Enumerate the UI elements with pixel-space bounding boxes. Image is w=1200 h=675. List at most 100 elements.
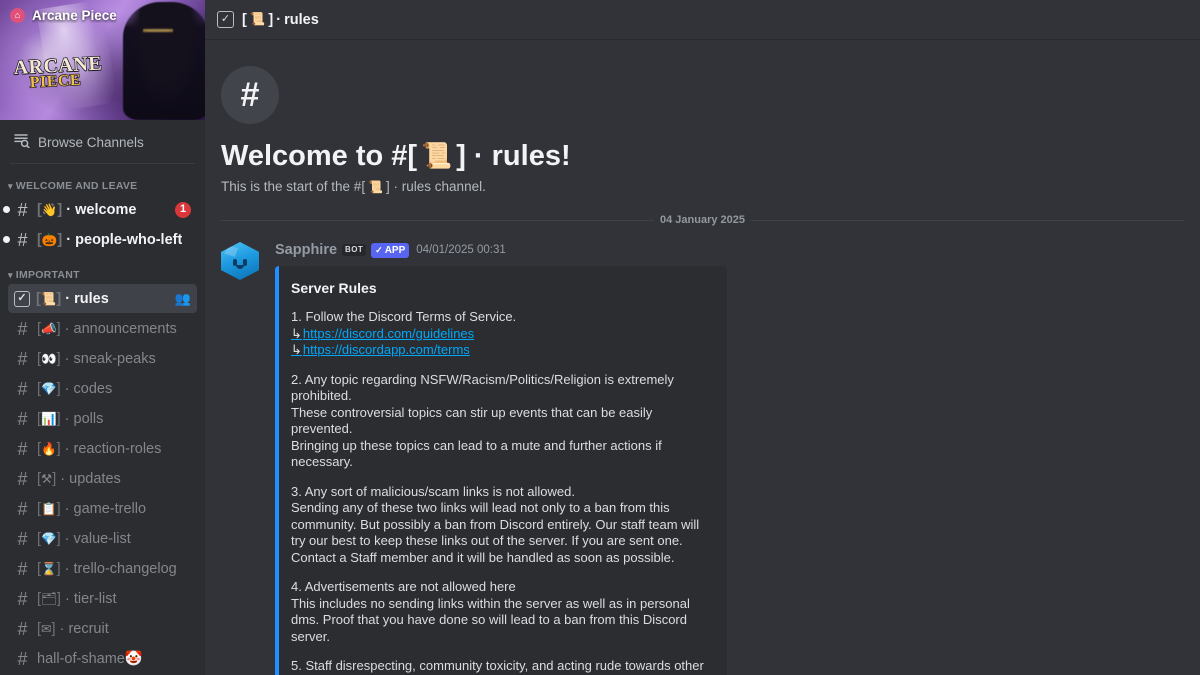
message-author[interactable]: Sapphire [275,242,337,258]
message-timestamp: 04/01/2025 00:31 [416,244,506,256]
rules-checkbox-icon: ✓ [217,11,234,28]
rule-1-heading: 1. Follow the Discord Terms of Service. [291,309,517,324]
sapphire-bot-avatar-icon [221,242,259,280]
sidebar-item-polls[interactable]: # [📊] · polls [8,404,197,433]
channel-sidebar: ⌂ Arcane Piece ARCANE PIECE Browse Chann… [0,0,205,675]
rule-2-heading: 2. Any topic regarding NSFW/Racism/Polit… [291,371,674,404]
sidebar-item-tier-list[interactable]: # [🗂] · tier-list [8,584,197,613]
hash-icon: # [221,66,279,124]
rule-5-heading: 5. Staff disrespecting, community toxici… [291,658,704,675]
sidebar-item-trello-changelog[interactable]: # [⌛] · trello-changelog [8,554,197,583]
scroll-emoji-icon: 📜 [368,179,384,194]
sidebar-item-value-list[interactable]: # [💎] · value-list [8,524,197,553]
sidebar-item-welcome[interactable]: # [👋] · welcome 1 [3,195,197,224]
server-name: Arcane Piece [32,7,117,23]
main-content: ✓ [📜] · rules # Welcome to #[📜] · rules!… [205,0,1200,675]
rule-2: 2. Any topic regarding NSFW/Racism/Polit… [291,372,713,471]
message-header: Sapphire BOT ✓ APP 04/01/2025 00:31 [275,241,1184,259]
sidebar-item-updates[interactable]: # [⚒] · updates [8,464,197,493]
sidebar-item-label: [👀] · sneak-peaks [37,350,156,367]
sidebar-item-announcements[interactable]: # [📣] · announcements [8,314,197,343]
hash-icon: # [17,618,28,639]
avatar-mouth [236,265,244,269]
browse-channels-button[interactable]: Browse Channels [8,126,197,158]
sidebar-item-label: [✉] · recruit [37,620,109,637]
hash-icon: # [17,558,28,579]
category-header-important[interactable]: ▾ IMPORTANT [0,255,205,284]
rule-5: 5. Staff disrespecting, community toxici… [291,658,713,675]
hash-icon: # [17,438,28,459]
sidebar-item-recruit[interactable]: # [✉] · recruit [8,614,197,643]
hash-icon: # [17,588,28,609]
link-discordapp-terms[interactable]: ↳https://discordapp.com/terms [291,342,713,359]
sidebar-divider [10,163,195,164]
embed-title: Server Rules [291,280,377,296]
message: Sapphire BOT ✓ APP 04/01/2025 00:31 Serve… [205,227,1200,675]
rule-2-line2: Bringing up these topics can lead to a m… [291,437,662,470]
scroll-emoji-icon: 📜 [249,12,266,26]
server-logo: ARCANE PIECE [12,52,103,92]
browse-channels-label: Browse Channels [38,134,144,150]
rule-2-line1: These controversial topics can stir up e… [291,404,653,437]
page-title: Welcome to #[📜] · rules! [221,140,571,172]
channel-intro: # Welcome to #[📜] · rules! This is the s… [205,40,1200,194]
date-separator-label: 04 January 2025 [653,214,751,226]
sidebar-item-label: [🔥] · reaction-roles [37,440,162,457]
server-banner: ⌂ Arcane Piece ARCANE PIECE [0,0,205,120]
date-separator: 04 January 2025 [221,213,1184,227]
hash-icon: # [17,378,28,399]
check-icon: ✓ [375,244,383,255]
embed-description: 1. Follow the Discord Terms of Service. … [291,309,713,675]
avatar-face [221,255,259,269]
unread-dot [3,206,10,213]
channel-topbar: ✓ [📜] · rules [205,0,1200,40]
server-header[interactable]: ⌂ Arcane Piece [0,0,205,30]
sidebar-item-label: hall-of-shame🤡 [37,651,143,667]
message-area[interactable]: # Welcome to #[📜] · rules! This is the s… [205,40,1200,675]
sidebar-item-label: [🗂] · tier-list [37,590,117,607]
hash-icon: # [17,468,28,489]
sidebar-item-game-trello[interactable]: # [📋] · game-trello [8,494,197,523]
category-header-welcome-and-leave[interactable]: ▾ WELCOME AND LEAVE [0,166,205,195]
sidebar-item-label: [📣] · announcements [37,320,177,337]
sidebar-item-sneak-peaks[interactable]: # [👀] · sneak-peaks [8,344,197,373]
arrow-icon: ↳ [291,325,302,341]
sidebar-item-rules[interactable]: ✓ [📜] · rules 👥 [8,284,197,313]
arrow-icon: ↳ [291,342,302,357]
unread-dot [3,236,10,243]
sidebar-item-codes[interactable]: # [💎] · codes [8,374,197,403]
rule-4-heading: 4. Advertisements are not allowed here [291,579,516,594]
category-label: IMPORTANT [15,269,80,281]
rule-1: 1. Follow the Discord Terms of Service. … [291,309,713,359]
hash-icon: # [17,199,28,220]
scroll-emoji-icon: 📜 [421,142,453,170]
sidebar-item-label: [📋] · game-trello [37,500,147,517]
sidebar-item-reaction-roles[interactable]: # [🔥] · reaction-roles [8,434,197,463]
hash-icon: # [17,648,28,669]
rule-4: 4. Advertisements are not allowed here T… [291,579,713,645]
hash-icon: # [17,498,28,519]
hash-icon: # [17,348,28,369]
sidebar-item-label: [⚒] · updates [37,470,121,487]
discord-app: ⌂ Arcane Piece ARCANE PIECE Browse Chann… [0,0,1200,675]
sidebar-item-hall-of-shame[interactable]: # hall-of-shame🤡 [8,644,197,673]
embed: Server Rules 1. Follow the Discord Terms… [275,266,727,675]
rules-checkbox-icon: ✓ [14,290,30,307]
sidebar-item-people-who-left[interactable]: # [🎃] · people-who-left [3,225,197,254]
sidebar-item-label: [💎] · codes [37,380,113,397]
link-discord-guidelines[interactable]: ↳https://discord.com/guidelines [291,326,713,343]
sidebar-item-label: [👋] · welcome [37,201,137,218]
rule-3-heading: 3. Any sort of malicious/scam links is n… [291,483,575,499]
topbar-channel-name: [📜] · rules [242,11,319,28]
hash-icon: # [17,318,28,339]
category-label: WELCOME AND LEAVE [15,180,138,192]
message-body: Sapphire BOT ✓ APP 04/01/2025 00:31 Serve… [275,241,1184,675]
unread-badge: 1 [175,201,191,218]
avatar[interactable] [221,242,259,280]
sidebar-item-label: [🎃] · people-who-left [37,231,183,248]
rule-3-body: Sending any of these two links will lead… [291,500,700,565]
channel-list[interactable]: ▾ WELCOME AND LEAVE # [👋] · welcome 1 # … [0,166,205,675]
status-badge: ✓ APP [371,242,410,258]
hash-icon: # [17,408,28,429]
add-member-icon[interactable]: 👥 [175,292,191,305]
